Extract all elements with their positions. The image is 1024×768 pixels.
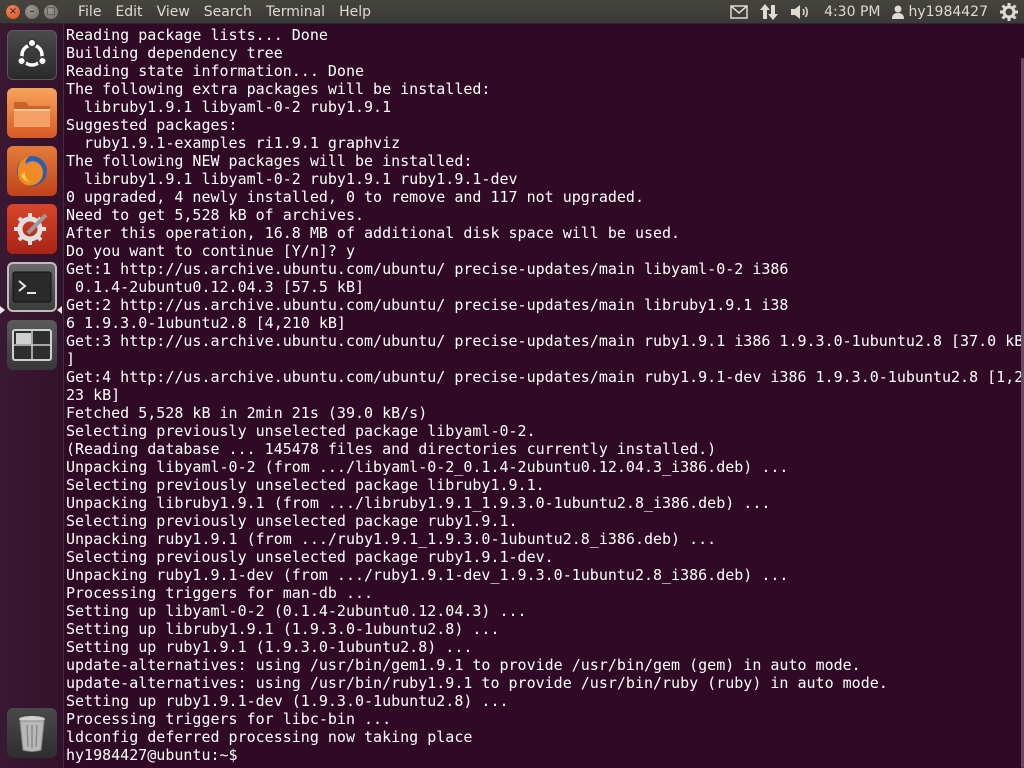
- terminal-window[interactable]: Reading package lists... Done Building de…: [64, 24, 1024, 768]
- terminal-line: Processing triggers for libc-bin ...: [66, 710, 392, 728]
- mail-icon[interactable]: [724, 0, 754, 24]
- terminal-output: Reading package lists... Done Building de…: [66, 26, 1023, 764]
- terminal-line: 6 1.9.3.0-1ubuntu2.8 [4,210 kB]: [66, 314, 346, 332]
- terminal-line: Need to get 5,528 kB of archives.: [66, 206, 365, 224]
- terminal-line: Get:1 http://us.archive.ubuntu.com/ubunt…: [66, 260, 789, 278]
- ubuntu-logo-icon: [16, 38, 48, 67]
- terminal-line: Unpacking ruby1.9.1 (from .../ruby1.9.1_…: [66, 530, 717, 548]
- terminal-line: 23 kB]: [66, 386, 121, 404]
- terminal-line: ]: [66, 350, 76, 368]
- username: hy1984427: [908, 3, 988, 20]
- menu-search[interactable]: Search: [197, 4, 259, 20]
- indicator-area: 4:30 PM hy1984427: [724, 0, 1024, 24]
- terminal-line: Setting up ruby1.9.1 (1.9.3.0-1ubuntu2.8…: [66, 638, 473, 656]
- terminal-line: Unpacking ruby1.9.1-dev (from .../ruby1.…: [66, 566, 789, 584]
- shell-prompt: hy1984427@ubuntu:~$: [66, 746, 238, 764]
- launcher: [0, 24, 64, 768]
- gear-icon[interactable]: [994, 0, 1024, 24]
- terminal-line: ruby1.9.1-examples ri1.9.1 graphviz: [66, 134, 401, 152]
- menu-help[interactable]: Help: [332, 4, 378, 20]
- minimize-window-button[interactable]: –: [25, 4, 39, 19]
- terminal-line: (Reading database ... 145478 files and d…: [66, 440, 717, 458]
- terminal-icon: [12, 271, 52, 303]
- settings-icon: [14, 213, 48, 245]
- folder-icon: [14, 102, 50, 127]
- menu-view[interactable]: View: [150, 4, 197, 20]
- active-app-indicator: [0, 306, 5, 314]
- terminal-line: Reading package lists... Done: [66, 26, 328, 44]
- terminal-line: Building dependency tree: [66, 44, 283, 62]
- terminal-line: Setting up ruby1.9.1-dev (1.9.3.0-1ubunt…: [66, 692, 509, 710]
- terminal-line: Setting up libyaml-0-2 (0.1.4-2ubuntu0.1…: [66, 602, 527, 620]
- clock[interactable]: 4:30 PM: [816, 4, 888, 20]
- terminal-line: ldconfig deferred processing now taking …: [66, 728, 473, 746]
- volume-icon[interactable]: [784, 0, 816, 24]
- launcher-files[interactable]: [7, 88, 57, 138]
- user-icon: [892, 5, 905, 19]
- menu-edit[interactable]: Edit: [108, 4, 149, 20]
- terminal-line: update-alternatives: using /usr/bin/gem1…: [66, 656, 861, 674]
- terminal-line: Setting up libruby1.9.1 (1.9.3.0-1ubuntu…: [66, 620, 500, 638]
- terminal-line: Do you want to continue [Y/n]? y: [66, 242, 355, 260]
- terminal-prompt-line[interactable]: hy1984427@ubuntu:~$: [66, 746, 1023, 764]
- terminal-line: Reading state information... Done: [66, 62, 365, 80]
- menu-file[interactable]: File: [71, 4, 108, 20]
- top-panel: × – □ File Edit View Search Terminal Hel…: [0, 0, 1024, 24]
- launcher-trash[interactable]: [7, 708, 57, 758]
- close-window-button[interactable]: ×: [6, 4, 20, 19]
- terminal-line: 0 upgraded, 4 newly installed, 0 to remo…: [66, 188, 644, 206]
- terminal-line: Selecting previously unselected package …: [66, 548, 554, 566]
- menu-terminal[interactable]: Terminal: [259, 4, 332, 20]
- focused-app-indicator: [57, 306, 62, 314]
- trash-icon: [19, 716, 45, 752]
- network-icon[interactable]: [754, 0, 784, 24]
- terminal-line: Selecting previously unselected package …: [66, 476, 545, 494]
- terminal-line: Processing triggers for man-db ...: [66, 584, 374, 602]
- terminal-line: Selecting previously unselected package …: [66, 512, 518, 530]
- terminal-line: Get:2 http://us.archive.ubuntu.com/ubunt…: [66, 296, 789, 314]
- terminal-line: Unpacking libyaml-0-2 (from .../libyaml-…: [66, 458, 789, 476]
- firefox-icon: [17, 156, 47, 186]
- terminal-line: The following extra packages will be ins…: [66, 80, 491, 98]
- workspace-icon: [12, 329, 52, 361]
- terminal-line: Fetched 5,528 kB in 2min 21s (39.0 kB/s): [66, 404, 428, 422]
- terminal-line: Selecting previously unselected package …: [66, 422, 536, 440]
- terminal-line: libruby1.9.1 libyaml-0-2 ruby1.9.1 ruby1…: [66, 170, 518, 188]
- terminal-line: Unpacking libruby1.9.1 (from .../libruby…: [66, 494, 771, 512]
- launcher-system-settings[interactable]: [7, 204, 57, 254]
- terminal-line: After this operation, 16.8 MB of additio…: [66, 224, 681, 242]
- launcher-firefox[interactable]: [7, 146, 57, 196]
- user-menu[interactable]: hy1984427: [888, 4, 994, 20]
- launcher-workspace-switcher[interactable]: [7, 320, 57, 370]
- terminal-line: 0.1.4-2ubuntu0.12.04.3 [57.5 kB]: [66, 278, 365, 296]
- terminal-line: The following NEW packages will be insta…: [66, 152, 473, 170]
- terminal-line: libruby1.9.1 libyaml-0-2 ruby1.9.1: [66, 98, 392, 116]
- menu-bar: File Edit View Search Terminal Help: [71, 4, 378, 20]
- terminal-line: Get:3 http://us.archive.ubuntu.com/ubunt…: [66, 332, 1024, 350]
- terminal-line: update-alternatives: using /usr/bin/ruby…: [66, 674, 888, 692]
- terminal-line: Suggested packages:: [66, 116, 238, 134]
- maximize-window-button[interactable]: □: [44, 4, 58, 19]
- launcher-dash-home[interactable]: [7, 30, 57, 80]
- launcher-terminal[interactable]: [7, 262, 57, 312]
- terminal-line: Get:4 http://us.archive.ubuntu.com/ubunt…: [66, 368, 1024, 386]
